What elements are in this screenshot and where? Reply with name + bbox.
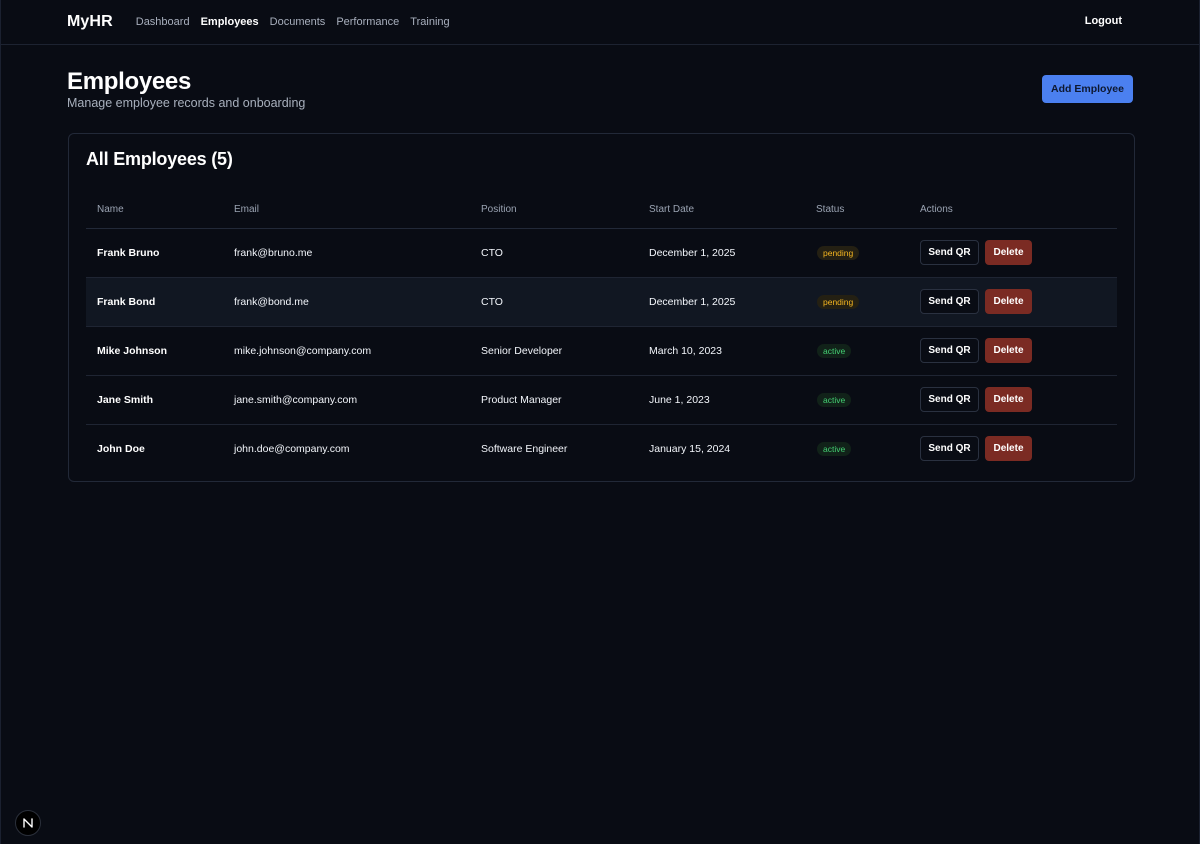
app-brand[interactable]: MyHR — [67, 13, 113, 31]
employee-email: frank@bond.me — [234, 295, 309, 308]
employee-actions: Send QR Delete — [909, 277, 1117, 326]
employees-card-title: All Employees (5) — [86, 149, 233, 169]
employee-position: CTO — [481, 295, 503, 308]
employee-start-date: March 10, 2023 — [649, 344, 722, 357]
column-header-actions: Actions — [909, 191, 1117, 229]
column-header-email: Email — [223, 191, 470, 229]
employees-table: Name Email Position Start Date Status Ac… — [86, 191, 1117, 473]
next-logo-icon[interactable] — [15, 810, 41, 836]
employee-status-cell: active — [805, 326, 909, 375]
page-subtitle: Manage employee records and onboarding — [67, 96, 306, 111]
logout-button[interactable]: Logout — [1085, 15, 1122, 27]
employee-position: Senior Developer — [481, 344, 563, 357]
employee-actions: Send QR Delete — [909, 424, 1117, 473]
page-header: Employees Manage employee records and on… — [1, 45, 1199, 133]
delete-employee-button[interactable]: Delete — [985, 240, 1032, 265]
send-qr-button[interactable]: Send QR — [920, 338, 979, 363]
employee-status-cell: active — [805, 424, 909, 473]
action-group: Send QR Delete — [920, 240, 1106, 265]
employee-name: Jane Smith — [97, 393, 154, 406]
nav-link-employees[interactable]: Employees — [201, 16, 259, 28]
employee-position: CTO — [481, 246, 503, 259]
employee-actions: Send QR Delete — [909, 228, 1117, 277]
send-qr-button[interactable]: Send QR — [920, 436, 979, 462]
employee-email: john.doe@company.com — [234, 442, 350, 455]
employee-actions: Send QR Delete — [909, 375, 1117, 424]
status-badge: active — [817, 343, 852, 358]
top-navigation: MyHR Dashboard Employees Documents Perfo… — [1, 0, 1199, 45]
status-badge: pending — [817, 294, 860, 309]
action-group: Send QR Delete — [920, 436, 1106, 462]
employee-position: Product Manager — [481, 393, 562, 406]
column-header-name: Name — [86, 191, 223, 229]
status-badge: active — [817, 441, 852, 456]
employee-start-date: December 1, 2025 — [649, 246, 736, 259]
nav-link-performance[interactable]: Performance — [336, 16, 399, 28]
employee-email: frank@bruno.me — [234, 246, 313, 259]
action-group: Send QR Delete — [920, 289, 1106, 314]
header-row: Name Email Position Start Date Status Ac… — [86, 191, 1117, 229]
table-row: Mike Johnson mike.johnson@company.com Se… — [86, 326, 1117, 375]
employees-card: All Employees (5) Name Email Position St… — [68, 133, 1135, 482]
employee-start-date: December 1, 2025 — [649, 295, 736, 308]
table-row: John Doe john.doe@company.com Software E… — [86, 424, 1117, 473]
send-qr-button[interactable]: Send QR — [920, 289, 979, 314]
column-header-start-date: Start Date — [638, 191, 805, 229]
employee-name: Frank Bond — [97, 295, 156, 308]
employee-actions: Send QR Delete — [909, 326, 1117, 375]
employee-start-date: January 15, 2024 — [649, 442, 731, 455]
employee-status-cell: pending — [805, 228, 909, 277]
delete-employee-button[interactable]: Delete — [985, 387, 1032, 412]
table-row: Frank Bruno frank@bruno.me CTO December … — [86, 228, 1117, 277]
employee-name: Mike Johnson — [97, 344, 168, 357]
delete-employee-button[interactable]: Delete — [985, 289, 1032, 314]
employee-status-cell: active — [805, 375, 909, 424]
employee-email: jane.smith@company.com — [234, 393, 358, 406]
nav-link-training[interactable]: Training — [410, 16, 449, 28]
page-title: Employees — [67, 68, 192, 95]
employee-email: mike.johnson@company.com — [234, 344, 372, 357]
send-qr-button[interactable]: Send QR — [920, 240, 979, 265]
column-header-status: Status — [805, 191, 909, 229]
table-row: Frank Bond frank@bond.me CTO December 1,… — [86, 277, 1117, 326]
action-group: Send QR Delete — [920, 387, 1106, 412]
nav-link-documents[interactable]: Documents — [270, 16, 326, 28]
delete-employee-button[interactable]: Delete — [985, 338, 1032, 363]
employee-name: John Doe — [97, 442, 145, 455]
column-header-position: Position — [470, 191, 638, 229]
employees-table-body: Frank Bruno frank@bruno.me CTO December … — [86, 228, 1117, 473]
employees-table-header: Name Email Position Start Date Status Ac… — [86, 191, 1117, 229]
status-badge: active — [817, 392, 852, 407]
nav-link-dashboard[interactable]: Dashboard — [136, 16, 190, 28]
status-badge: pending — [817, 245, 860, 260]
next-logo-icon-svg — [23, 818, 33, 828]
action-group: Send QR Delete — [920, 338, 1106, 363]
employee-name: Frank Bruno — [97, 246, 160, 259]
add-employee-button[interactable]: Add Employee — [1042, 75, 1133, 103]
delete-employee-button[interactable]: Delete — [985, 436, 1032, 462]
employee-status-cell: pending — [805, 277, 909, 326]
table-row: Jane Smith jane.smith@company.com Produc… — [86, 375, 1117, 424]
employee-position: Software Engineer — [481, 442, 568, 455]
send-qr-button[interactable]: Send QR — [920, 387, 979, 412]
employee-start-date: June 1, 2023 — [649, 393, 710, 406]
main-nav: Dashboard Employees Documents Performanc… — [136, 16, 450, 28]
